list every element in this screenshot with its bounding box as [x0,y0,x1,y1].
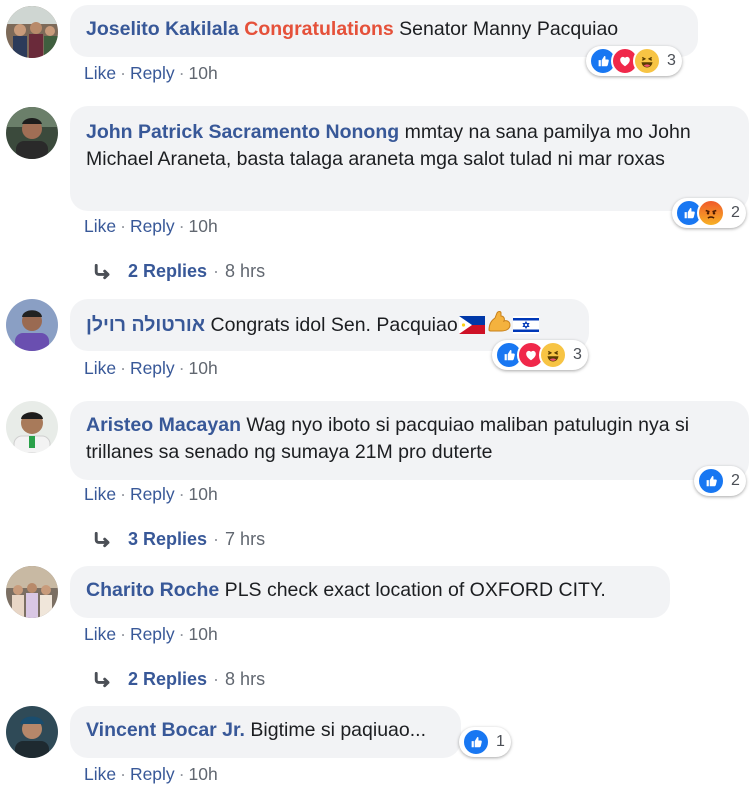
comment-actions: Like · Reply · 10h [84,764,218,785]
separator: · [178,764,185,784]
reply-arrow-icon [94,532,114,548]
reply-link[interactable]: Reply [130,358,175,378]
timestamp[interactable]: 10h [189,63,218,83]
comment-author[interactable]: John Patrick Sacramento Nonong [86,121,399,143]
reply-link[interactable]: Reply [130,216,175,236]
comment-author[interactable]: Vincent Bocar Jr. [86,719,245,741]
reaction-count: 3 [573,346,582,363]
timestamp[interactable]: 10h [189,764,218,784]
reply-link[interactable]: Reply [130,764,175,784]
comment-actions: Like · Reply · 10h [84,358,218,379]
timestamp[interactable]: 10h [189,484,218,504]
comment-actions: Like · Reply · 10h [84,63,218,84]
comment-actions: Like · Reply · 10h [84,484,218,505]
separator: · [213,261,220,281]
israel-flag-icon [512,315,539,342]
reaction-count: 2 [731,472,740,489]
avatar[interactable] [6,401,58,453]
avatar[interactable] [6,566,58,618]
comment-author[interactable]: Joselito Kakilala [86,18,239,40]
comment-author[interactable]: Aristeo Macayan [86,414,241,436]
reaction-count: 1 [496,733,505,750]
comment-actions: Like · Reply · 10h [84,216,218,237]
comment-text: Senator Manny Pacquiao [393,18,619,40]
like-link[interactable]: Like [84,358,116,378]
like-link[interactable]: Like [84,484,116,504]
reply-arrow-icon [94,672,114,688]
replies-time: 8 hrs [225,261,266,281]
separator: · [178,358,185,378]
avatar[interactable] [6,107,58,159]
separator: · [178,624,185,644]
haha-reaction-icon [539,341,567,369]
timestamp[interactable]: 10h [189,216,218,236]
reply-link[interactable]: Reply [130,624,175,644]
replies-time: 7 hrs [225,529,266,549]
separator: · [178,484,185,504]
timestamp[interactable]: 10h [189,624,218,644]
separator: · [120,624,126,644]
separator: · [178,216,185,236]
replies-count[interactable]: 2 Replies [128,669,207,690]
reply-arrow-icon [94,264,114,280]
avatar[interactable] [6,299,58,351]
angry-reaction-icon [697,199,725,227]
comment-author[interactable]: Charito Roche [86,579,219,601]
reaction-summary[interactable]: 3 [492,340,588,370]
reply-link[interactable]: Reply [130,63,175,83]
timestamp[interactable]: 10h [189,358,218,378]
comment-bubble: Vincent Bocar Jr. Bigtime si paqiuao... [70,706,461,758]
comment-bubble: Charito Roche PLS check exact location o… [70,566,670,618]
comment-author[interactable]: אורטולה רוילן [86,314,205,336]
comment-text: Bigtime si paqiuao... [244,719,426,741]
comment-bubble: John Patrick Sacramento Nonong mmtay na … [70,106,749,211]
reaction-count: 3 [667,52,676,69]
separator: · [213,529,220,549]
replies-count[interactable]: 2 Replies [128,261,207,282]
separator: · [120,63,126,83]
like-reaction-icon [462,728,490,756]
view-replies-link[interactable]: 2 Replies · 8 hrs [94,261,265,282]
view-replies-link[interactable]: 3 Replies · 7 hrs [94,529,265,550]
comment-bubble: Aristeo Macayan Wag nyo iboto si pacquia… [70,401,749,480]
comment-text: PLS check exact location of OXFORD CITY. [219,579,606,601]
reaction-summary[interactable]: 2 [672,198,746,228]
view-replies-link[interactable]: 2 Replies · 8 hrs [94,669,265,690]
separator: · [120,216,126,236]
like-link[interactable]: Like [84,624,116,644]
replies-time: 8 hrs [225,669,266,689]
comment-actions: Like · Reply · 10h [84,624,218,645]
like-link[interactable]: Like [84,63,116,83]
reaction-summary[interactable]: 3 [586,46,682,76]
like-link[interactable]: Like [84,216,116,236]
avatar[interactable] [6,6,58,58]
like-link[interactable]: Like [84,764,116,784]
separator: · [120,358,126,378]
highlighted-text: Congratulations [244,18,394,40]
separator: · [120,764,126,784]
reaction-summary[interactable]: 2 [694,466,746,496]
reaction-count: 2 [731,204,740,221]
replies-count[interactable]: 3 Replies [128,529,207,550]
reply-link[interactable]: Reply [130,484,175,504]
haha-reaction-icon [633,47,661,75]
separator: · [178,63,185,83]
reaction-summary[interactable]: 1 [459,727,511,757]
like-reaction-icon [697,467,725,495]
separator: · [213,669,220,689]
flexed-biceps-icon [486,310,512,342]
comment-text: Congrats idol Sen. Pacquiao [205,314,458,336]
philippines-flag-icon [458,315,485,342]
avatar[interactable] [6,706,58,758]
separator: · [120,484,126,504]
